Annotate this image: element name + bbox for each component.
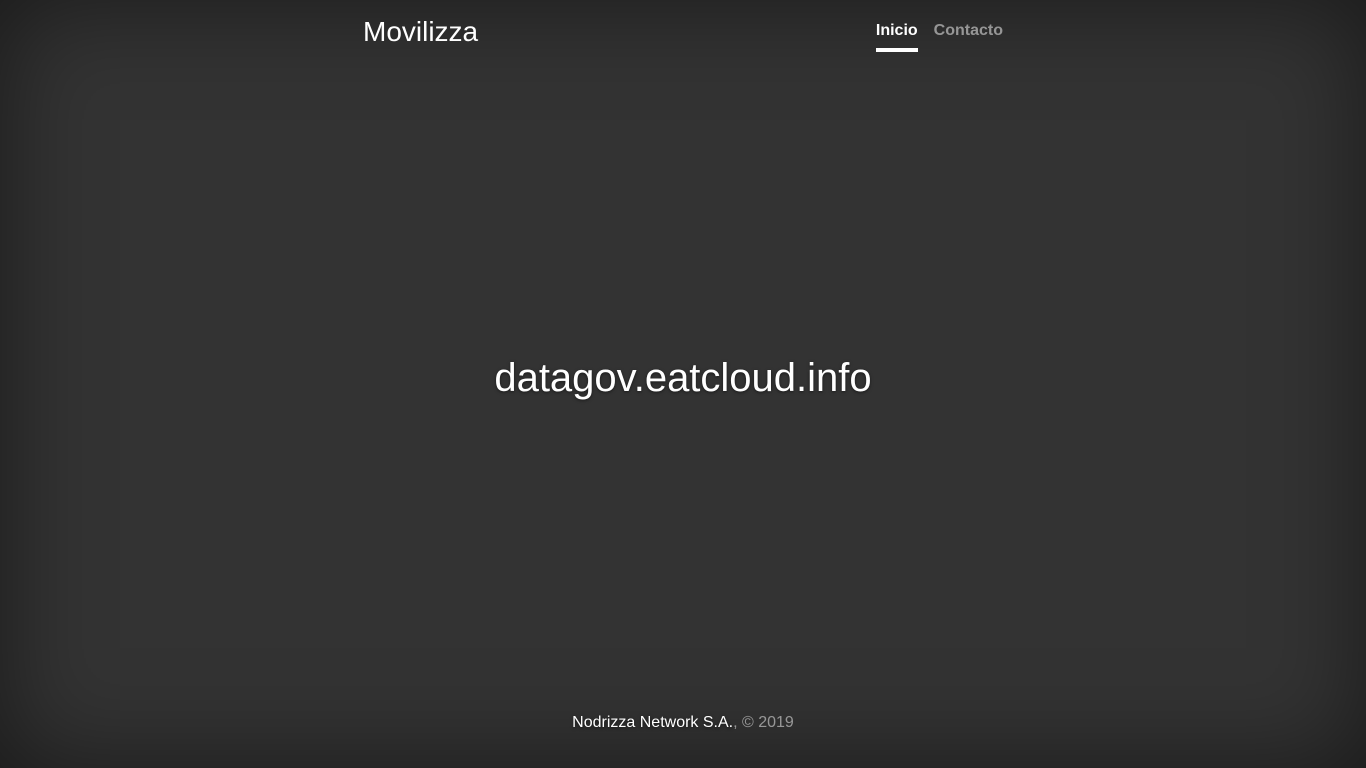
nav-link-contacto[interactable]: Contacto [934,21,1003,52]
domain-heading: datagov.eatcloud.info [494,356,872,400]
masthead: Movilizza Inicio Contacto [363,0,1003,60]
cover-content: datagov.eatcloud.info [0,354,1366,402]
brand-title: Movilizza [363,16,479,47]
footer-copyright: , © 2019 [733,714,794,731]
main-nav: Inicio Contacto [875,21,1003,52]
footer-company: Nodrizza Network S.A. [572,714,734,731]
nav-link-inicio[interactable]: Inicio [875,21,918,52]
footer: Nodrizza Network S.A., © 2019 [0,713,1366,733]
